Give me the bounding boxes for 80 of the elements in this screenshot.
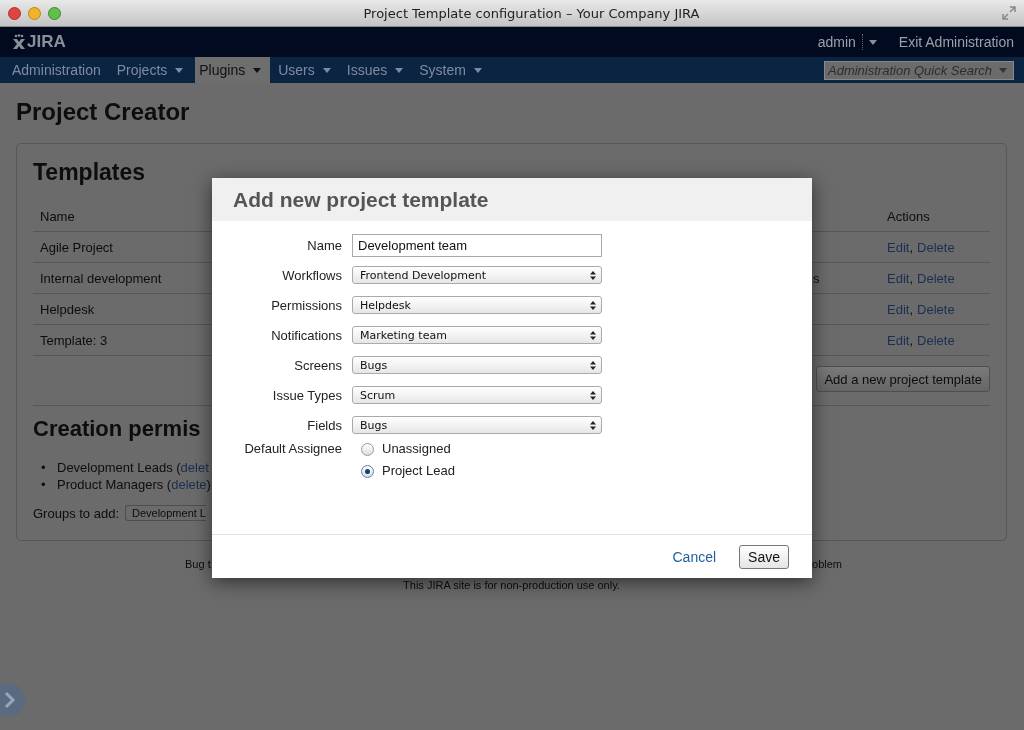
logo-text: JIRA bbox=[27, 32, 66, 52]
logo-icon bbox=[12, 34, 26, 50]
updown-arrow-icon bbox=[590, 330, 596, 340]
select-field[interactable]: Bugs bbox=[352, 416, 602, 434]
radio-label: Project Lead bbox=[382, 463, 455, 478]
field-label: Screens bbox=[293, 357, 343, 373]
caret-icon[interactable] bbox=[175, 67, 184, 73]
select-field[interactable]: Frontend Development bbox=[352, 266, 602, 284]
field-label: Issue Types bbox=[271, 387, 343, 403]
column-header: Actions bbox=[886, 208, 930, 224]
delete-link[interactable]: delet bbox=[180, 460, 209, 475]
user-menu[interactable]: admin bbox=[817, 34, 863, 50]
nav-tab[interactable]: Plugins bbox=[195, 57, 271, 83]
footer-text: oblem bbox=[812, 558, 842, 570]
footer-text: Bug t bbox=[185, 558, 211, 570]
nav-tab[interactable]: Projects bbox=[108, 57, 192, 83]
add-template-button[interactable]: Add a new project template bbox=[816, 366, 990, 392]
radio-label: Unassigned bbox=[382, 441, 451, 456]
group-select[interactable]: Development L bbox=[125, 505, 206, 521]
table-cell: Internal development bbox=[40, 270, 162, 286]
nav-tab[interactable]: Issues bbox=[338, 57, 412, 83]
table-cell: Helpdesk bbox=[40, 301, 95, 317]
field-label: Default Assignee bbox=[243, 441, 343, 456]
action-link[interactable]: Delete bbox=[917, 301, 955, 317]
updown-arrow-icon bbox=[590, 420, 596, 430]
table-cell: Agile Project bbox=[40, 239, 113, 255]
updown-arrow-icon bbox=[590, 390, 596, 400]
select-field[interactable]: Scrum bbox=[352, 386, 602, 404]
group-item: Product Managers ( bbox=[57, 477, 172, 492]
field-label: Name bbox=[306, 237, 343, 253]
separator: , bbox=[909, 301, 914, 317]
table-cell: s bbox=[813, 270, 820, 286]
separator: , bbox=[909, 270, 914, 286]
column-header: Name bbox=[39, 208, 76, 224]
field-label: Workflows bbox=[281, 267, 343, 283]
fullscreen-icon[interactable] bbox=[1002, 6, 1016, 20]
updown-arrow-icon bbox=[590, 300, 596, 310]
zoom-icon[interactable] bbox=[48, 6, 61, 20]
search-field[interactable]: Administration Quick Search bbox=[824, 60, 1014, 80]
select-field[interactable]: Helpdesk bbox=[352, 296, 602, 314]
caret-icon[interactable] bbox=[253, 67, 262, 73]
group-item: Development Leads ( bbox=[57, 460, 181, 475]
section-heading: Templates bbox=[33, 158, 146, 187]
save-button[interactable]: Save bbox=[739, 544, 789, 569]
updown-arrow-icon bbox=[590, 360, 596, 370]
groups-label: Groups to add: bbox=[33, 505, 119, 521]
nav-tab[interactable]: Users bbox=[270, 57, 339, 83]
select-field[interactable]: Bugs bbox=[352, 356, 602, 374]
separator: , bbox=[909, 332, 914, 348]
nav-tab[interactable]: Administration bbox=[4, 57, 109, 83]
input-field[interactable]: Development team bbox=[352, 233, 602, 257]
table-cell: Template: 3 bbox=[40, 332, 108, 348]
group-item: ) bbox=[206, 477, 211, 492]
cancel-link[interactable]: Cancel bbox=[672, 548, 717, 565]
caret-icon[interactable] bbox=[473, 67, 482, 73]
separator: , bbox=[909, 239, 914, 255]
section-heading: Creation permis bbox=[33, 415, 201, 443]
action-link[interactable]: Delete bbox=[917, 332, 955, 348]
field-label: Permissions bbox=[270, 297, 343, 313]
close-icon[interactable] bbox=[8, 6, 21, 20]
action-link[interactable]: Delete bbox=[917, 270, 955, 286]
caret-icon[interactable] bbox=[395, 67, 404, 73]
nav-tab[interactable]: System bbox=[411, 57, 490, 83]
action-link[interactable]: Delete bbox=[917, 239, 955, 255]
select-field[interactable]: Marketing team bbox=[352, 326, 602, 344]
delete-link[interactable]: delete bbox=[171, 477, 207, 492]
updown-arrow-icon bbox=[590, 270, 596, 280]
caret-icon[interactable] bbox=[868, 39, 877, 45]
caret-icon[interactable] bbox=[322, 67, 331, 73]
footer-notice: This JIRA site is for non-production use only. bbox=[402, 579, 621, 591]
bullet: • bbox=[41, 459, 47, 476]
radio-button[interactable] bbox=[361, 465, 374, 478]
radio-button[interactable] bbox=[361, 443, 374, 456]
page-title: Project Creator bbox=[16, 97, 191, 127]
bullet: • bbox=[41, 476, 47, 493]
field-label: Notifications bbox=[270, 327, 343, 343]
window-title: Project Template configuration – Your Company JIRA bbox=[362, 5, 701, 21]
dialog-title: Add new project template bbox=[233, 187, 489, 212]
exit-administration-link[interactable]: Exit Administration bbox=[898, 34, 1014, 50]
field-label: Fields bbox=[306, 417, 343, 433]
